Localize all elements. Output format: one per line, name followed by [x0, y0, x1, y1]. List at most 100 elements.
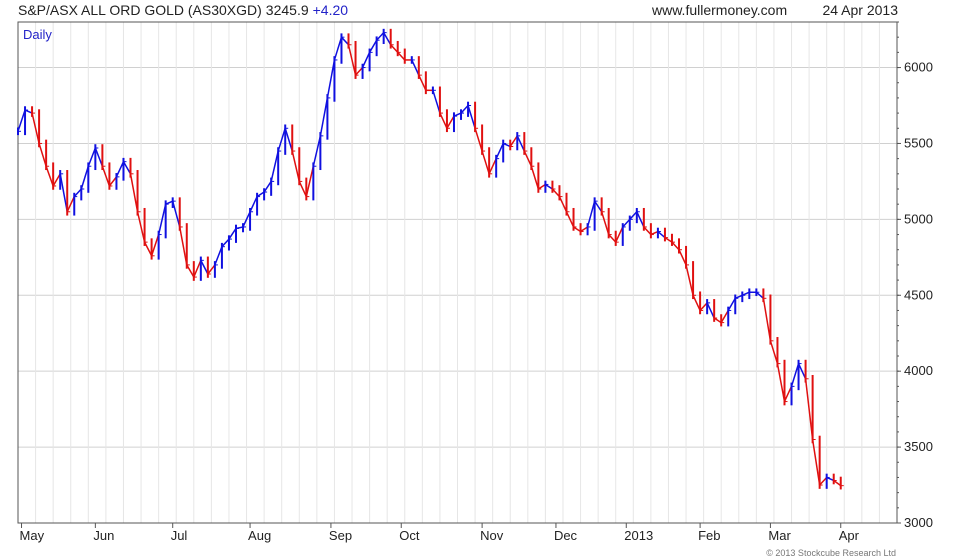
- price-link: [551, 188, 561, 198]
- price-link: [291, 150, 301, 182]
- price-link: [228, 228, 237, 240]
- price-link: [319, 97, 329, 137]
- price-link: [615, 226, 624, 243]
- y-tick-label: 4000: [904, 363, 933, 378]
- price-link: [833, 479, 842, 487]
- price-link: [678, 249, 687, 266]
- x-tick-label: Mar: [768, 528, 791, 543]
- price-link: [143, 241, 153, 257]
- price-link: [671, 241, 680, 251]
- price-link: [221, 238, 230, 248]
- price-link: [573, 226, 581, 233]
- price-link: [432, 90, 441, 114]
- price-link: [811, 439, 821, 486]
- price-link: [298, 181, 307, 197]
- price-link: [59, 173, 68, 212]
- price-link: [200, 260, 209, 275]
- x-tick-label: Dec: [554, 528, 578, 543]
- price-link: [600, 211, 610, 235]
- price-link: [263, 180, 272, 193]
- price-link: [397, 51, 406, 61]
- price-link: [509, 135, 518, 147]
- price-link: [783, 386, 793, 402]
- price-link: [439, 112, 448, 129]
- price-link: [643, 226, 652, 236]
- price-link: [685, 264, 694, 296]
- price-link: [45, 165, 54, 187]
- price-link: [122, 161, 132, 175]
- price-link: [580, 226, 588, 233]
- price-link: [657, 230, 666, 239]
- price-link: [460, 104, 469, 114]
- price-link: [819, 476, 828, 486]
- price-link: [305, 166, 315, 197]
- y-tick-label: 5500: [904, 135, 933, 150]
- price-chart: 3000 3500 4000 4500 5000 5500 6000 May Jun Jul Aug…: [17, 21, 933, 543]
- price-link: [354, 67, 364, 76]
- price-link: [340, 36, 350, 46]
- price-link: [52, 173, 61, 187]
- price-link: [376, 32, 385, 41]
- price-link: [720, 310, 729, 323]
- price-link: [165, 200, 174, 205]
- price-link: [17, 109, 26, 132]
- price-link: [586, 200, 596, 228]
- price-link: [530, 166, 540, 190]
- x-tick-label: Sep: [329, 528, 352, 543]
- x-tick-label: Feb: [698, 528, 720, 543]
- x-tick-label: Jun: [93, 528, 114, 543]
- price-link: [284, 128, 293, 152]
- y-tick-label: 4500: [904, 287, 933, 302]
- price-link: [495, 143, 504, 159]
- x-tick-label: Jul: [171, 528, 188, 543]
- price-link: [762, 298, 772, 341]
- periodicity-label: Daily: [23, 27, 52, 42]
- price-link: [650, 230, 659, 236]
- x-tick-label: Nov: [480, 528, 504, 543]
- price-link: [326, 59, 336, 99]
- price-link: [73, 188, 82, 198]
- y-tick-label: 3500: [904, 439, 933, 454]
- price-link: [713, 317, 722, 324]
- price-link: [108, 176, 118, 187]
- price-link: [776, 363, 786, 402]
- price-link: [474, 128, 483, 152]
- price-link: [150, 234, 160, 257]
- price-link: [826, 476, 835, 482]
- price-link: [446, 115, 455, 129]
- copyright-credit: © 2013 Stockcube Research Ltd: [766, 548, 896, 558]
- price-link: [94, 147, 104, 167]
- price-link: [361, 52, 371, 68]
- price-link: [38, 143, 47, 167]
- price-link: [80, 166, 90, 190]
- price-link: [256, 191, 265, 198]
- price-link: [87, 147, 97, 167]
- price-link: [390, 44, 399, 53]
- x-tick-label: Apr: [839, 528, 860, 543]
- price-link: [467, 105, 476, 129]
- x-tick-label: Oct: [399, 528, 420, 543]
- price-link: [115, 161, 125, 178]
- price-link: [790, 363, 800, 387]
- price-link: [692, 294, 701, 311]
- price-link: [706, 302, 715, 319]
- price-link: [481, 150, 490, 175]
- price-link: [537, 183, 546, 190]
- price-link: [727, 297, 736, 311]
- price-link: [368, 39, 378, 53]
- price-link: [608, 234, 617, 243]
- x-tick-label: 2013: [624, 528, 653, 543]
- price-link: [178, 226, 188, 266]
- y-tick-label: 5000: [904, 211, 933, 226]
- price-link: [544, 183, 553, 190]
- y-tick-label: 3000: [904, 515, 933, 530]
- price-link: [622, 218, 631, 228]
- x-tick-label: Aug: [248, 528, 271, 543]
- x-tick-label: May: [20, 528, 45, 543]
- price-link: [193, 260, 202, 278]
- price-link: [186, 264, 195, 278]
- price-link: [270, 150, 279, 182]
- y-tick-label: 6000: [904, 60, 933, 75]
- price-link: [129, 173, 139, 212]
- price-link: [235, 226, 244, 230]
